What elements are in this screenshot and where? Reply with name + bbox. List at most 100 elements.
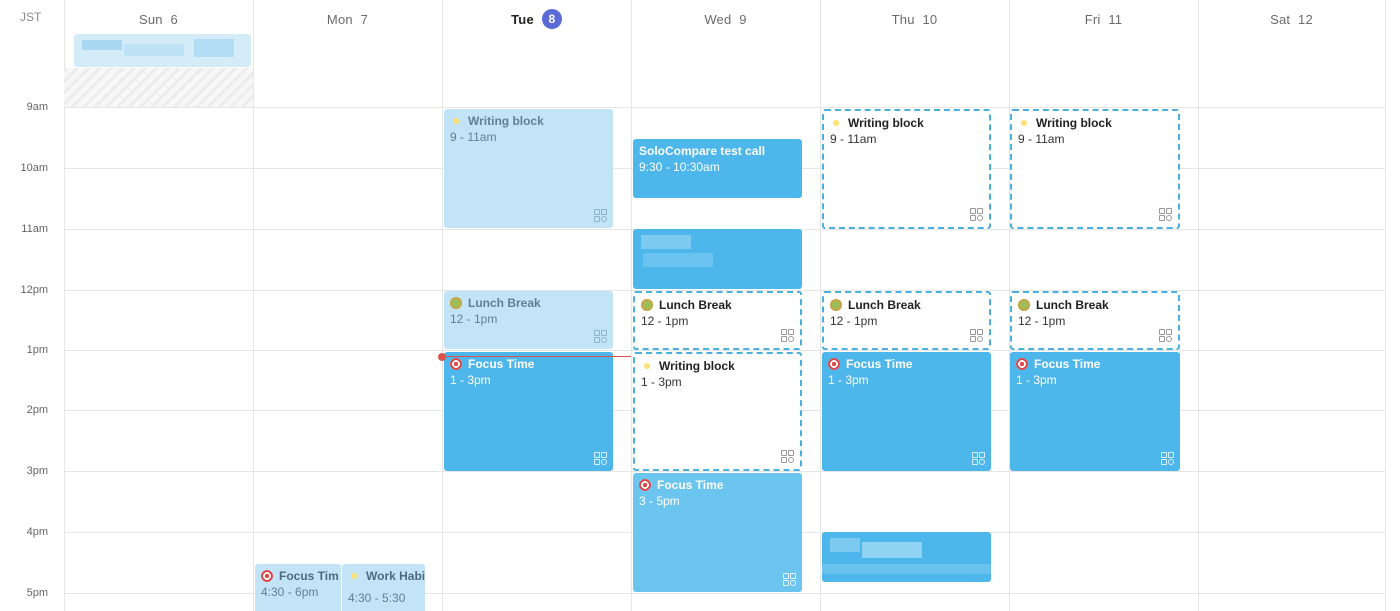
event-title: Work Habi [366, 569, 425, 583]
event-title: Writing block [1036, 116, 1112, 130]
hour-line [64, 350, 1385, 351]
unavailable-hatch [64, 68, 253, 108]
day-header-sun[interactable]: Sun 6 [64, 0, 253, 38]
shapes-icon [1159, 208, 1172, 221]
event-work-habit[interactable]: Work Habi 4:30 - 5:30 [341, 564, 425, 611]
column-divider [442, 0, 443, 611]
event-lunch-break[interactable]: Lunch Break 12 - 1pm [822, 291, 991, 350]
day-name: Tue [511, 11, 534, 27]
target-icon [639, 479, 651, 491]
column-divider [631, 0, 632, 611]
event-time: 1 - 3pm [450, 373, 491, 387]
target-icon [450, 358, 462, 370]
day-header-wed[interactable]: Wed 9 [631, 0, 820, 38]
sparkles-icon [348, 570, 360, 582]
sparkles-icon [450, 115, 462, 127]
event-title: Writing block [848, 116, 924, 130]
target-icon [261, 570, 273, 582]
event-time: 1 - 3pm [828, 373, 869, 387]
sparkles-icon [1018, 117, 1030, 129]
day-number: 10 [922, 11, 938, 27]
event-title: SoloCompare test call [639, 144, 766, 158]
hour-line [64, 471, 1385, 472]
salad-icon [830, 299, 842, 311]
event-title: Lunch Break [1036, 298, 1109, 312]
event-lunch-break[interactable]: Lunch Break 12 - 1pm [633, 291, 802, 350]
day-header-fri[interactable]: Fri 11 [1009, 0, 1198, 38]
target-icon [1016, 358, 1028, 370]
event-time: 9 - 11am [1018, 132, 1065, 146]
day-number: 9 [739, 11, 747, 27]
event-title: Focus Time [846, 357, 913, 371]
event-title: Writing block [659, 359, 735, 373]
shapes-icon [594, 330, 607, 343]
day-header-sat[interactable]: Sat 12 [1198, 0, 1385, 38]
event-time: 9 - 11am [450, 130, 497, 144]
shapes-icon [972, 452, 985, 465]
timezone-label: JST [20, 10, 42, 24]
event-title: Lunch Break [659, 298, 732, 312]
hour-label: 2pm [26, 404, 48, 416]
hour-label: 12pm [20, 284, 48, 296]
event-title: Lunch Break [468, 296, 541, 310]
event-title: Focus Time [468, 357, 535, 371]
event-time: 1 - 3pm [1016, 373, 1057, 387]
event-writing-block[interactable]: Writing block 9 - 11am [1010, 109, 1180, 229]
event-lunch-break[interactable]: Lunch Break 12 - 1pm [1010, 291, 1180, 350]
event-focus-time[interactable]: Focus Time 1 - 3pm [444, 352, 613, 471]
day-header-mon[interactable]: Mon 7 [253, 0, 442, 38]
shapes-icon [970, 329, 983, 342]
event-time: 4:30 - 6pm [261, 585, 319, 599]
day-name: Sun [139, 11, 163, 27]
event-lunch-break[interactable]: Lunch Break 12 - 1pm [444, 291, 613, 349]
target-icon [828, 358, 840, 370]
event-focus-time[interactable]: Focus Time 1 - 3pm [1010, 352, 1180, 471]
hour-label: 5pm [26, 587, 48, 599]
event-title: Writing block [468, 114, 544, 128]
day-name: Mon [326, 11, 353, 27]
day-header-thu[interactable]: Thu 10 [820, 0, 1009, 38]
event-writing-block[interactable]: Writing block 9 - 11am [822, 109, 991, 229]
hour-label: 11am [21, 223, 48, 235]
event-title: Lunch Break [848, 298, 921, 312]
hour-label: 9am [26, 101, 48, 113]
event-title: Focus Time [1034, 357, 1101, 371]
event-writing-block[interactable]: Writing block 1 - 3pm [633, 352, 802, 471]
day-header-tue-today[interactable]: Tue 8 [442, 0, 631, 38]
event-focus-time[interactable]: Focus Time 1 - 3pm [822, 352, 991, 471]
shapes-icon [1159, 329, 1172, 342]
event-time: 3 - 5pm [639, 494, 680, 508]
salad-icon [450, 297, 462, 309]
column-divider [1198, 0, 1199, 611]
shapes-icon [781, 329, 794, 342]
redacted-event[interactable] [822, 532, 991, 582]
day-number: 11 [1108, 11, 1123, 27]
event-writing-block[interactable]: Writing block 9 - 11am [444, 109, 613, 228]
event-time: 12 - 1pm [450, 312, 498, 326]
shapes-icon [781, 450, 794, 463]
redacted-event[interactable] [74, 34, 251, 67]
hour-label: 1pm [26, 344, 48, 356]
event-focus-time[interactable]: Focus Time 3 - 5pm [633, 473, 802, 592]
column-divider [820, 0, 821, 611]
event-solocompare-call[interactable]: SoloCompare test call 9:30 - 10:30am [633, 139, 802, 198]
shapes-icon [783, 573, 796, 586]
event-focus-time[interactable]: Focus Tim 4:30 - 6pm [255, 564, 341, 611]
event-time: 12 - 1pm [641, 314, 689, 328]
day-number: 7 [360, 11, 369, 27]
event-time: 4:30 - 5:30 [348, 591, 406, 605]
day-name: Sat [1270, 11, 1291, 27]
sparkles-icon [641, 360, 653, 372]
day-number: 12 [1298, 11, 1313, 27]
hour-label: 4pm [26, 526, 48, 538]
shapes-icon [970, 208, 983, 221]
current-time-line [443, 356, 631, 357]
shapes-icon [594, 209, 607, 222]
event-title: Focus Tim [279, 569, 339, 583]
column-divider [253, 0, 254, 611]
salad-icon [1018, 299, 1030, 311]
redacted-event[interactable] [633, 229, 802, 289]
event-time: 1 - 3pm [641, 375, 682, 389]
salad-icon [641, 299, 653, 311]
event-time: 9 - 11am [830, 132, 877, 146]
